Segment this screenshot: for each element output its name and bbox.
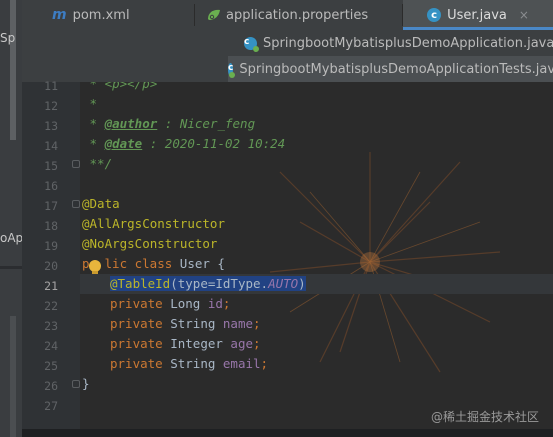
- editor-tabs-row: m pom.xml application.properties c User.…: [22, 0, 553, 31]
- code-token: *: [82, 116, 105, 131]
- line-number: 19: [44, 239, 58, 253]
- structure-panel-scrollbar[interactable]: [10, 316, 16, 437]
- line-number: 15: [44, 159, 58, 173]
- code-token: class: [127, 256, 173, 271]
- project-panel-scrollbar[interactable]: [10, 0, 16, 140]
- class-c-icon: c: [427, 8, 442, 22]
- fold-marker-icon[interactable]: [72, 380, 80, 388]
- tab-springboot-application-tests[interactable]: c SpringbootMybatisplusDemoApplicationTe…: [228, 56, 553, 82]
- line-number: 27: [44, 399, 58, 413]
- code-token: ;: [253, 316, 261, 331]
- panel-divider: [0, 266, 22, 269]
- code-line: * @author : Nicer_feng: [82, 114, 256, 134]
- code-line: *: [82, 96, 98, 111]
- editor-tabs-row: c SpringbootMybatisplusDemoApplicationTe…: [22, 56, 553, 83]
- line-number: 21: [44, 279, 58, 293]
- code-token: ;: [260, 356, 269, 371]
- code-token: @TableId: [110, 276, 171, 291]
- code-line: @TableId(type=IdType.AUTO): [110, 274, 306, 294]
- code-token: private: [110, 336, 163, 351]
- tab-user-java[interactable]: c User.java ×: [403, 0, 553, 30]
- code-line: * @date : 2020-11-02 10:24: [82, 134, 286, 154]
- fold-marker-icon[interactable]: [72, 200, 80, 208]
- code-line: }: [82, 376, 90, 391]
- code-token: Integer: [162, 336, 231, 351]
- code-line: @Data: [82, 196, 120, 211]
- code-line: private Integer age;: [110, 334, 261, 354]
- line-number: 24: [44, 339, 58, 353]
- spring-class-icon: c: [228, 62, 236, 78]
- project-tree-snippet: Sp: [0, 31, 16, 45]
- tab-label: SpringbootMybatisplusDemoApplication.jav…: [263, 35, 553, 51]
- code-token: private: [110, 356, 163, 371]
- spring-class-icon: c: [244, 36, 259, 52]
- code-token: String: [162, 356, 223, 371]
- code-line: private String email;: [110, 354, 268, 374]
- line-number: 16: [44, 179, 58, 193]
- code-token: User {: [172, 256, 225, 271]
- close-tab-icon[interactable]: ×: [519, 8, 529, 22]
- code-line: private Long id;: [110, 294, 230, 314]
- watermark: @稀土掘金技术社区: [430, 410, 539, 424]
- line-number: 20: [44, 259, 58, 273]
- code-token: : 2020-11-02 10:24: [142, 136, 286, 151]
- code-token: AUTO: [268, 276, 299, 291]
- line-number: 23: [44, 319, 58, 333]
- tab-springboot-application[interactable]: c SpringbootMybatisplusDemoApplication.j…: [244, 30, 553, 56]
- code-line: @AllArgsConstructor: [82, 216, 225, 231]
- tab-separator: [194, 4, 195, 26]
- firework-background-image: [269, 152, 501, 373]
- line-number: 17: [44, 199, 58, 213]
- code-token: id: [207, 296, 223, 311]
- code-token: *: [82, 136, 105, 151]
- project-panel-edge: Sp oAp: [0, 0, 24, 437]
- code-line: * <p></p>: [82, 82, 158, 91]
- editor-tabs-row: c SpringbootMybatisplusDemoApplication.j…: [22, 30, 553, 57]
- code-editor[interactable]: * <p></p> * * @author : Nicer_feng * @da…: [80, 82, 553, 437]
- bottom-edge: [22, 429, 553, 437]
- code-token: : Nicer_feng: [157, 116, 256, 131]
- line-number-gutter: 11 12 13 14 15 16 17 18 19 20 21 22 23 2…: [22, 79, 80, 437]
- code-token: p: [82, 256, 90, 271]
- code-token: String: [162, 316, 223, 331]
- doc-tag: @author: [104, 116, 158, 131]
- code-line: @NoArgsConstructor: [82, 236, 218, 251]
- maven-m-icon: m: [52, 7, 67, 23]
- line-number: 12: [44, 99, 58, 113]
- code-token: email: [222, 356, 261, 371]
- fold-marker-icon[interactable]: [72, 160, 80, 168]
- code-line: p lic class User {: [82, 254, 225, 274]
- code-line: **/: [82, 156, 113, 171]
- tab-label: application.properties: [226, 7, 369, 23]
- code-token: private: [110, 296, 163, 311]
- code-token: ): [298, 276, 306, 291]
- code-token: ;: [253, 336, 261, 351]
- line-number: 25: [44, 359, 58, 373]
- spring-leaf-icon: [206, 8, 220, 22]
- code-token: lic: [104, 256, 128, 271]
- code-line: private String name;: [110, 314, 261, 334]
- tab-application-properties[interactable]: application.properties: [206, 0, 416, 30]
- tab-label: User.java: [447, 7, 507, 23]
- doc-tag: @date: [104, 136, 143, 151]
- line-number: 22: [44, 299, 58, 313]
- tab-label: SpringbootMybatisplusDemoApplicationTest…: [239, 61, 553, 77]
- line-number: 14: [44, 139, 58, 153]
- code-token: Long: [162, 296, 208, 311]
- code-token: age: [230, 336, 253, 351]
- line-number: 11: [44, 79, 58, 93]
- code-token: ;: [222, 296, 231, 311]
- tab-label: pom.xml: [72, 7, 130, 23]
- line-number: 26: [44, 379, 58, 393]
- line-number: 13: [44, 119, 58, 133]
- project-tree-snippet: oAp: [0, 231, 24, 245]
- code-token: name: [222, 316, 254, 331]
- line-number: 18: [44, 219, 58, 233]
- code-token: (type=IdType.: [170, 276, 269, 291]
- code-token: private: [110, 316, 163, 331]
- tab-pom-xml[interactable]: m pom.xml: [52, 0, 202, 30]
